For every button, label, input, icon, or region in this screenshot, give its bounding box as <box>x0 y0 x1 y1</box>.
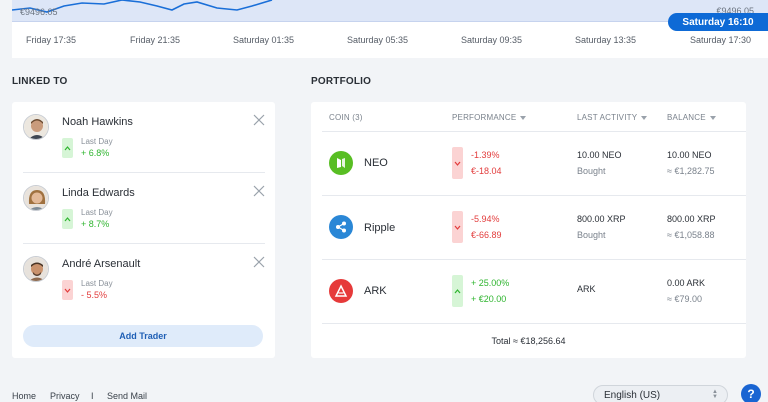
footer-link-send-mail[interactable]: Send Mail <box>107 391 147 401</box>
coin-name: Ripple <box>364 222 396 234</box>
chevron-down-icon <box>452 147 463 179</box>
balance-eur: ≈ €1,058.88 <box>667 230 715 240</box>
activity-amount: 10.00 NEO <box>577 150 622 160</box>
chevron-up-icon <box>452 275 463 307</box>
ark-icon <box>329 279 353 303</box>
portfolio-title: PORTFOLIO <box>311 76 372 87</box>
trader-name: Noah Hawkins <box>62 116 133 128</box>
footer-link-home[interactable]: Home <box>12 391 36 401</box>
add-trader-button[interactable]: Add Trader <box>23 325 263 347</box>
divider <box>322 259 746 260</box>
column-header-activity[interactable]: LAST ACTIVITY <box>577 113 648 122</box>
axis-tick: Saturday 05:35 <box>347 35 409 45</box>
column-header-label: LAST ACTIVITY <box>577 113 638 122</box>
sort-caret-icon <box>709 115 716 120</box>
performance-percent: -1.39% <box>471 150 500 160</box>
coin-name: NEO <box>364 157 388 169</box>
activity-type: Bought <box>577 166 606 176</box>
performance-value: €-18.04 <box>471 166 502 176</box>
select-arrows-icon: ▲ ▼ <box>712 389 718 400</box>
trader-period: Last Day <box>81 279 113 288</box>
sort-caret-icon <box>641 115 648 120</box>
axis-tick: Saturday 01:35 <box>233 35 295 45</box>
column-header-label: BALANCE <box>667 113 706 122</box>
activity-amount: 800.00 XRP <box>577 214 626 224</box>
chevron-down-icon <box>452 211 463 243</box>
chevron-up-icon <box>62 209 73 229</box>
footer-separator: I <box>91 391 94 401</box>
axis-tick: Saturday 17:30 <box>690 35 752 45</box>
column-header-label: PERFORMANCE <box>452 113 517 122</box>
price-line <box>12 0 273 13</box>
activity-amount: ARK <box>577 284 596 294</box>
performance-value: €-66.89 <box>471 230 502 240</box>
portfolio-total: Total ≈ €18,256.64 <box>491 336 566 346</box>
trader-change: + 8.7% <box>81 219 110 229</box>
axis-tick: Saturday 09:35 <box>461 35 523 45</box>
language-select[interactable]: English (US) ▲ ▼ <box>593 385 728 402</box>
ripple-icon <box>329 215 353 239</box>
sort-caret-icon <box>520 115 527 120</box>
coin-name: ARK <box>364 285 387 297</box>
trader-period: Last Day <box>81 137 113 146</box>
trader-name: André Arsenault <box>62 258 141 270</box>
avatar <box>23 185 49 211</box>
balance-amount: 0.00 ARK <box>667 278 706 288</box>
column-header-label: COIN (3) <box>329 113 363 122</box>
trader-change: - 5.5% <box>81 290 108 300</box>
axis-tick: Saturday 13:35 <box>575 35 637 45</box>
trader-change: + 6.8% <box>81 148 110 158</box>
trader-item[interactable]: Noah Hawkins Last Day + 6.8% <box>23 102 265 173</box>
help-button[interactable]: ? <box>741 384 761 402</box>
chart-time-axis: Friday 17:35 Friday 21:35 Saturday 01:35… <box>12 22 768 58</box>
linked-title: LINKED TO <box>12 76 68 87</box>
divider <box>322 323 746 324</box>
avatar <box>23 256 49 282</box>
chart-low-label: €9496.05 <box>20 7 58 17</box>
avatar <box>23 114 49 140</box>
language-value: English (US) <box>604 389 661 401</box>
close-icon[interactable] <box>253 185 265 197</box>
neo-icon <box>329 151 353 175</box>
divider <box>322 131 746 132</box>
trader-item[interactable]: Linda Edwards Last Day + 8.7% <box>23 173 265 244</box>
column-header-performance[interactable]: PERFORMANCE <box>452 113 527 122</box>
price-chart: €9496.05 €9496.05 <box>12 0 768 22</box>
axis-tick: Friday 21:35 <box>130 35 181 45</box>
performance-value: + €20.00 <box>471 294 507 304</box>
portfolio-card: COIN (3) PERFORMANCE LAST ACTIVITY BALAN… <box>311 102 746 358</box>
balance-amount: 800.00 XRP <box>667 214 716 224</box>
activity-type: Bought <box>577 230 606 240</box>
balance-eur: ≈ €1,282.75 <box>667 166 715 176</box>
current-time-badge: Saturday 16:10 <box>668 13 768 31</box>
column-header-balance[interactable]: BALANCE <box>667 113 716 122</box>
linked-traders-card: Noah Hawkins Last Day + 6.8% Linda Edwar… <box>12 102 275 358</box>
close-icon[interactable] <box>253 256 265 268</box>
balance-eur: ≈ €79.00 <box>667 294 702 304</box>
trader-item[interactable]: André Arsenault Last Day - 5.5% <box>23 244 265 315</box>
chevron-up-icon <box>62 138 73 158</box>
performance-percent: -5.94% <box>471 214 500 224</box>
axis-tick: Friday 17:35 <box>26 35 77 45</box>
balance-amount: 10.00 NEO <box>667 150 712 160</box>
footer-link-privacy[interactable]: Privacy <box>50 391 80 401</box>
trader-name: Linda Edwards <box>62 187 135 199</box>
trader-period: Last Day <box>81 208 113 217</box>
chevron-down-icon <box>62 280 73 300</box>
divider <box>322 195 746 196</box>
column-header-coin[interactable]: COIN (3) <box>329 113 363 122</box>
close-icon[interactable] <box>253 114 265 126</box>
performance-percent: + 25.00% <box>471 278 510 288</box>
